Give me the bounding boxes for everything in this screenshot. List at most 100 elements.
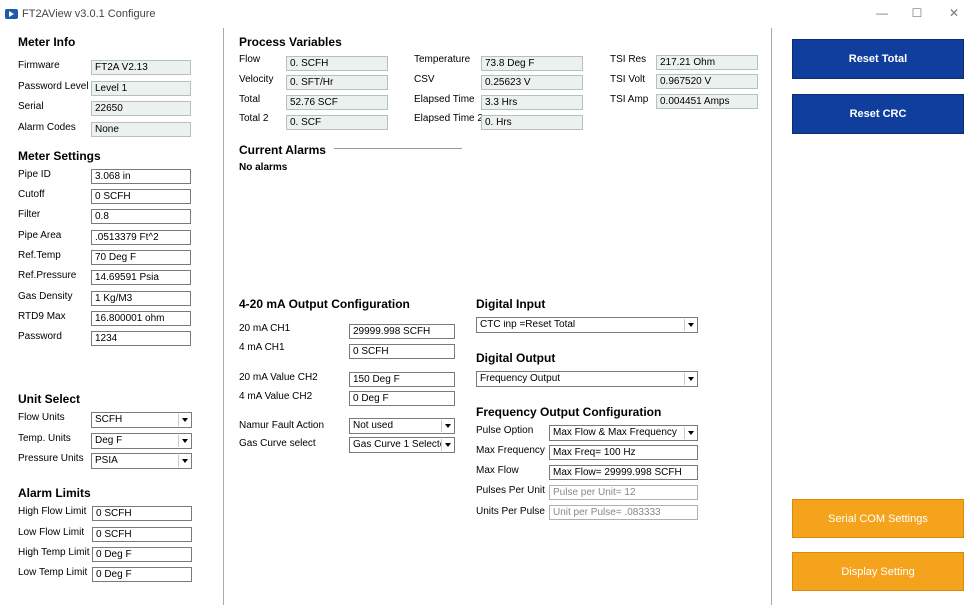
flow-units-value: SCFH [95, 415, 123, 425]
units-per-pulse-input[interactable]: Unit per Pulse= .083333 [549, 505, 698, 520]
alarms-divider [334, 148, 462, 149]
ch2-4ma-input[interactable]: 0 Deg F [349, 391, 455, 406]
pipe-area-label: Pipe Area [18, 230, 62, 241]
ch2-4ma-label: 4 mA Value CH2 [239, 391, 313, 402]
flow-units-select[interactable]: SCFH [91, 412, 192, 428]
tsi-amp-field: 0.004451 Amps [656, 94, 758, 109]
chevron-down-icon[interactable] [684, 373, 696, 385]
pressure-units-select[interactable]: PSIA [91, 453, 192, 469]
pulse-option-select[interactable]: Max Flow & Max Frequency [549, 425, 698, 441]
flow-field: 0. SCFH [286, 56, 388, 71]
csv-label: CSV [414, 74, 435, 85]
digital-output-value: Frequency Output [480, 374, 561, 384]
gas-density-input[interactable]: 1 Kg/M3 [91, 291, 191, 306]
rtd9-max-input[interactable]: 16.800001 ohm [91, 311, 191, 326]
low-temp-label: Low Temp Limit [18, 567, 88, 578]
tsi-volt-label: TSI Volt [610, 74, 646, 85]
ch1-4ma-input[interactable]: 0 SCFH [349, 344, 455, 359]
velocity-label: Velocity [239, 74, 274, 85]
high-flow-input[interactable]: 0 SCFH [92, 506, 192, 521]
total2-field: 0. SCF [286, 115, 388, 130]
digital-output-select[interactable]: Frequency Output [476, 371, 698, 387]
pipe-id-input[interactable]: 3.068 in [91, 169, 191, 184]
ch2-20ma-label: 20 mA Value CH2 [239, 372, 318, 383]
alarm-limits-title: Alarm Limits [18, 486, 91, 500]
high-temp-input[interactable]: 0 Deg F [92, 547, 192, 562]
max-frequency-input[interactable]: Max Freq= 100 Hz [549, 445, 698, 460]
chevron-down-icon[interactable] [178, 435, 190, 447]
password-input[interactable]: 1234 [91, 331, 191, 346]
total2-label: Total 2 [239, 113, 269, 124]
temperature-field: 73.8 Deg F [481, 56, 583, 71]
serial-com-settings-button[interactable]: Serial COM Settings [792, 499, 964, 538]
serial-label: Serial [18, 101, 44, 112]
namur-select[interactable]: Not used [349, 418, 455, 434]
low-flow-input[interactable]: 0 SCFH [92, 527, 192, 542]
pulses-per-unit-input[interactable]: Pulse per Unit= 12 [549, 485, 698, 500]
namur-value: Not used [353, 421, 394, 431]
firmware-field: FT2A V2.13 [91, 60, 191, 75]
temp-units-select[interactable]: Deg F [91, 433, 192, 449]
pipe-area-input[interactable]: .0513379 Ft^2 [91, 230, 191, 245]
digital-input-title: Digital Input [476, 297, 546, 311]
high-temp-label: High Temp Limit [18, 547, 90, 558]
tsi-res-label: TSI Res [610, 54, 647, 65]
chevron-down-icon[interactable] [178, 414, 190, 426]
velocity-field: 0. SFT/Hr [286, 75, 388, 90]
gas-density-label: Gas Density [18, 291, 73, 302]
max-flow-label: Max Flow [476, 465, 519, 476]
ch2-20ma-input[interactable]: 150 Deg F [349, 372, 455, 387]
chevron-down-icon[interactable] [684, 427, 696, 439]
flow-label: Flow [239, 54, 261, 65]
title-bar: FT2AView v3.0.1 Configure — ☐ ✕ [0, 0, 976, 30]
meter-settings-title: Meter Settings [18, 149, 101, 163]
ch1-20ma-label: 20 mA CH1 [239, 323, 291, 334]
cutoff-input[interactable]: 0 SCFH [91, 189, 191, 204]
chevron-down-icon[interactable] [441, 420, 453, 432]
pipe-id-label: Pipe ID [18, 169, 51, 180]
digital-input-select[interactable]: CTC inp =Reset Total [476, 317, 698, 333]
reset-total-button[interactable]: Reset Total [792, 39, 964, 79]
frequency-config-title: Frequency Output Configuration [476, 405, 662, 419]
meter-info-title: Meter Info [18, 35, 76, 49]
process-variables-title: Process Variables [239, 35, 342, 49]
pulse-option-value: Max Flow & Max Frequency [553, 428, 677, 438]
chevron-down-icon[interactable] [441, 439, 453, 451]
password-level-label: Password Level [18, 81, 89, 92]
gas-curve-select[interactable]: Gas Curve 1 Selected [349, 437, 455, 453]
elapsed-time-field: 3.3 Hrs [481, 95, 583, 110]
pulses-per-unit-label: Pulses Per Unit [476, 485, 545, 496]
low-temp-input[interactable]: 0 Deg F [92, 567, 192, 582]
max-flow-input[interactable]: Max Flow= 29999.998 SCFH [549, 465, 698, 480]
password-level-field: Level 1 [91, 81, 191, 96]
current-alarms-title: Current Alarms [239, 143, 326, 157]
serial-field: 22650 [91, 101, 191, 116]
namur-label: Namur Fault Action [239, 420, 325, 431]
display-setting-button[interactable]: Display Setting [792, 552, 964, 591]
gas-curve-label: Gas Curve select [239, 438, 316, 449]
maximize-button[interactable]: ☐ [907, 6, 927, 20]
high-flow-label: High Flow Limit [18, 506, 87, 517]
low-flow-label: Low Flow Limit [18, 527, 85, 538]
reset-crc-button[interactable]: Reset CRC [792, 94, 964, 134]
minimize-button[interactable]: — [872, 6, 892, 20]
filter-input[interactable]: 0.8 [91, 209, 191, 224]
output-config-title: 4-20 mA Output Configuration [239, 297, 410, 311]
chevron-down-icon[interactable] [178, 455, 190, 467]
ref-temp-label: Ref.Temp [18, 250, 61, 261]
tsi-volt-field: 0.967520 V [656, 74, 758, 89]
left-divider [223, 28, 224, 605]
alarm-codes-field: None [91, 122, 191, 137]
tsi-res-field: 217.21 Ohm [656, 55, 758, 70]
alarm-codes-label: Alarm Codes [18, 122, 76, 133]
chevron-down-icon[interactable] [684, 319, 696, 331]
elapsed-time2-field: 0. Hrs [481, 115, 583, 130]
ref-pressure-label: Ref.Pressure [18, 270, 77, 281]
firmware-label: Firmware [18, 60, 60, 71]
temp-units-label: Temp. Units [18, 433, 71, 444]
alarms-status: No alarms [239, 162, 288, 173]
close-button[interactable]: ✕ [944, 6, 964, 20]
ref-temp-input[interactable]: 70 Deg F [91, 250, 191, 265]
ch1-20ma-input[interactable]: 29999.998 SCFH [349, 324, 455, 339]
ref-pressure-input[interactable]: 14.69591 Psia [91, 270, 191, 285]
